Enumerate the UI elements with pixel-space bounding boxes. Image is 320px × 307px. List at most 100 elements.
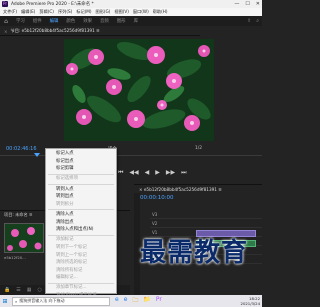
- tab-close-icon[interactable]: ×: [4, 29, 8, 34]
- close-button[interactable]: ✕: [256, 0, 260, 8]
- workspace-bar: ⌂ 学习 组件 编辑 颜色 效果 音频 图形 库 ⇪ ⌕: [0, 16, 262, 26]
- edge-icon[interactable]: e: [115, 296, 119, 306]
- menu-item-label: 标记选择项: [56, 176, 78, 182]
- workspace-tab[interactable]: 学习: [16, 18, 25, 24]
- context-menu-item[interactable]: 清除出点: [46, 219, 116, 227]
- menu-sequence[interactable]: 序列(S): [58, 9, 72, 15]
- program-video-frame[interactable]: [64, 39, 214, 141]
- menu-item-label: 清除所有标记: [56, 267, 83, 273]
- minimize-button[interactable]: —: [234, 0, 239, 8]
- taskbar-search-box[interactable]: ⌕ 搜狗拼音输入法 向下拖动: [12, 296, 110, 306]
- menu-item-label: 标记入点: [56, 151, 74, 156]
- menu-item-label: 编辑标记...: [56, 275, 78, 281]
- windows-start-icon[interactable]: ⊞: [0, 298, 10, 305]
- menu-item-label: 转到拆分: [56, 201, 74, 207]
- context-menu-item[interactable]: 标记入点: [46, 150, 116, 158]
- menu-clip[interactable]: 剪辑(C): [39, 9, 54, 15]
- lock-icon[interactable]: 🔒: [4, 287, 10, 293]
- resolution-select[interactable]: 1/2: [195, 146, 202, 151]
- search-icon[interactable]: ⌕: [256, 18, 259, 24]
- flowers-image: [64, 39, 214, 141]
- program-tab-label: 节目: e5b12f20b8bb4f5ac5256d9f81391 ≡: [10, 28, 100, 33]
- taskbar-apps: e e 🗀 📁 Pr: [115, 296, 162, 306]
- workspace-tab[interactable]: 音频: [100, 18, 109, 24]
- menu-window[interactable]: 窗口(W): [133, 9, 149, 15]
- premiere-app-icon: Pr: [2, 1, 8, 7]
- context-menu-item[interactable]: 标记剪辑: [46, 165, 116, 173]
- menu-item-label: 转到下一个标记: [56, 244, 87, 250]
- clip-name: e5b12f20...: [4, 255, 26, 260]
- context-menu-item[interactable]: 标记出点: [46, 158, 116, 166]
- program-monitor-tab[interactable]: × 节目: e5b12f20b8bb4f5ac5256d9f81391 ≡: [0, 27, 200, 36]
- track-label: V3: [152, 211, 158, 217]
- program-timecode[interactable]: 00:02:46:16: [6, 146, 37, 152]
- menu-item-label: 转到上一个标记: [56, 252, 87, 258]
- workspace-tab[interactable]: 组件: [33, 18, 42, 24]
- transport-controls: ⏮ ◀◀ ◀ ▶ ▶▶ ⏭: [118, 169, 187, 177]
- workspace-tab[interactable]: 库: [134, 18, 138, 24]
- menu-view[interactable]: 视图(V): [114, 9, 129, 15]
- track-v3[interactable]: V3: [150, 210, 262, 219]
- context-menu-item[interactable]: 转到出点: [46, 193, 116, 201]
- menu-help[interactable]: 帮助(H): [153, 9, 168, 15]
- context-menu-item: 转到拆分: [46, 201, 116, 209]
- step-back-icon[interactable]: ◀◀: [129, 169, 138, 177]
- context-menu-item[interactable]: 清除入点和出点(N): [46, 226, 116, 234]
- menu-item-label: 清除出点: [56, 219, 74, 225]
- menu-item-label: 清除所选的标记: [56, 260, 87, 266]
- title-bar: Pr Adobe Premiere Pro 2020 - E:\未命名 * — …: [0, 0, 262, 8]
- context-menu-item: 转到下一个标记: [46, 244, 116, 252]
- zoom-slider-icon[interactable]: ○: [37, 287, 41, 293]
- context-menu-item: 标记选择项: [46, 175, 116, 183]
- go-to-in-icon[interactable]: ⏮: [118, 169, 123, 177]
- menu-item-label: 清除入点和出点(N): [56, 227, 94, 233]
- home-icon[interactable]: ⌂: [0, 18, 12, 25]
- timeline-tab-label: × e5b12f20b8bb4f5ac5256d9f81391 ≡: [139, 186, 222, 192]
- menu-item-label: 转到入点: [56, 186, 74, 192]
- context-menu-item: 清除所有标记: [46, 267, 116, 275]
- menu-item-label: 标记出点: [56, 158, 74, 164]
- file-explorer-icon[interactable]: 🗀: [132, 296, 138, 306]
- maximize-button[interactable]: ☐: [245, 0, 249, 8]
- menu-graphics[interactable]: 图形(G): [96, 9, 111, 15]
- timeline-timecode[interactable]: 00:00:10:00: [140, 195, 174, 201]
- list-view-icon[interactable]: ☰: [16, 287, 20, 293]
- menu-item-label: 添加章节标记...: [56, 285, 87, 291]
- clock-date: 2021/3/24: [240, 301, 260, 306]
- menu-bar: 文件(F) 编辑(E) 剪辑(C) 序列(S) 标记(M) 图形(G) 视图(V…: [0, 8, 262, 16]
- context-menu-item: 编辑标记...: [46, 274, 116, 282]
- context-menu: 标记入点标记出点标记剪辑标记选择项转到入点转到出点 转到拆分清除入点 清除出点清除入…: [45, 148, 117, 306]
- go-to-out-icon[interactable]: ⏭: [181, 169, 186, 177]
- step-forward-icon[interactable]: ▶▶: [166, 169, 175, 177]
- workspace-tab[interactable]: 颜色: [66, 18, 75, 24]
- premiere-taskbar-icon[interactable]: Pr: [156, 296, 162, 306]
- icon-view-icon[interactable]: ▦: [27, 287, 32, 293]
- menu-marker[interactable]: 标记(M): [76, 9, 91, 15]
- track-v2[interactable]: V2: [150, 219, 262, 228]
- workspace-tab[interactable]: 编辑: [50, 18, 59, 24]
- context-menu-item: 添加章节标记...: [46, 284, 116, 292]
- workspace-tab[interactable]: 图形: [117, 18, 126, 24]
- timeline-tab[interactable]: × e5b12f20b8bb4f5ac5256d9f81391 ≡: [134, 184, 262, 193]
- clip-thumbnail-image: [5, 224, 43, 252]
- menu-edit[interactable]: 编辑(E): [21, 9, 35, 15]
- windows-taskbar: ⊞ ⌕ 搜狗拼音输入法 向下拖动 e e 🗀 📁 Pr: [0, 295, 262, 307]
- taskbar-search-text: 搜狗拼音输入法 向下拖动: [19, 298, 65, 303]
- menu-file[interactable]: 文件(F): [3, 9, 17, 15]
- project-clip-thumbnail[interactable]: [4, 223, 44, 253]
- context-menu-item[interactable]: 清除入点: [46, 211, 116, 219]
- project-tab-label: 项目: 未命名 ≡: [4, 212, 33, 217]
- menu-item-label: 转到出点: [56, 194, 74, 200]
- menu-item-label: 标记剪辑: [56, 166, 74, 172]
- share-icon[interactable]: ⇪: [247, 18, 251, 24]
- taskbar-clock[interactable]: 18:22 2021/3/24: [241, 296, 260, 306]
- context-menu-item[interactable]: 转到入点: [46, 186, 116, 194]
- playhead-marker[interactable]: [34, 153, 40, 157]
- ie-icon[interactable]: e: [124, 296, 128, 306]
- folder-icon[interactable]: 📁: [143, 296, 150, 306]
- workspace-tab[interactable]: 效果: [83, 18, 92, 24]
- search-icon: ⌕: [15, 298, 18, 304]
- back-icon[interactable]: ◀: [145, 169, 150, 177]
- play-icon[interactable]: ▶: [155, 169, 160, 177]
- window-title: Adobe Premiere Pro 2020 - E:\未命名 *: [11, 2, 94, 7]
